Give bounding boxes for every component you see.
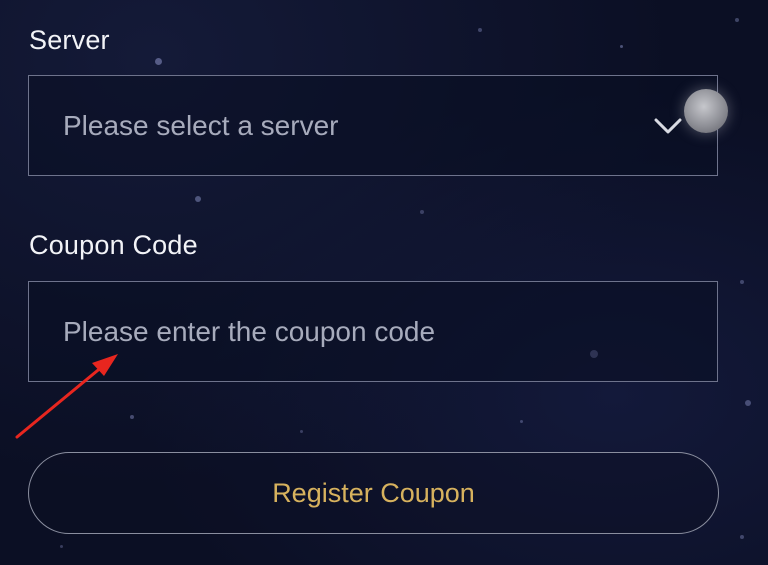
server-label: Server	[29, 25, 110, 55]
assistive-touch-button[interactable]	[684, 89, 728, 133]
coupon-code-field[interactable]	[28, 281, 718, 382]
chevron-down-icon	[654, 118, 682, 133]
register-coupon-button[interactable]: Register Coupon	[28, 452, 719, 534]
coupon-code-input[interactable]	[63, 315, 663, 348]
server-select[interactable]: Please select a server	[28, 75, 718, 176]
server-select-value: Please select a server	[63, 109, 339, 141]
coupon-code-label: Coupon Code	[29, 230, 198, 260]
